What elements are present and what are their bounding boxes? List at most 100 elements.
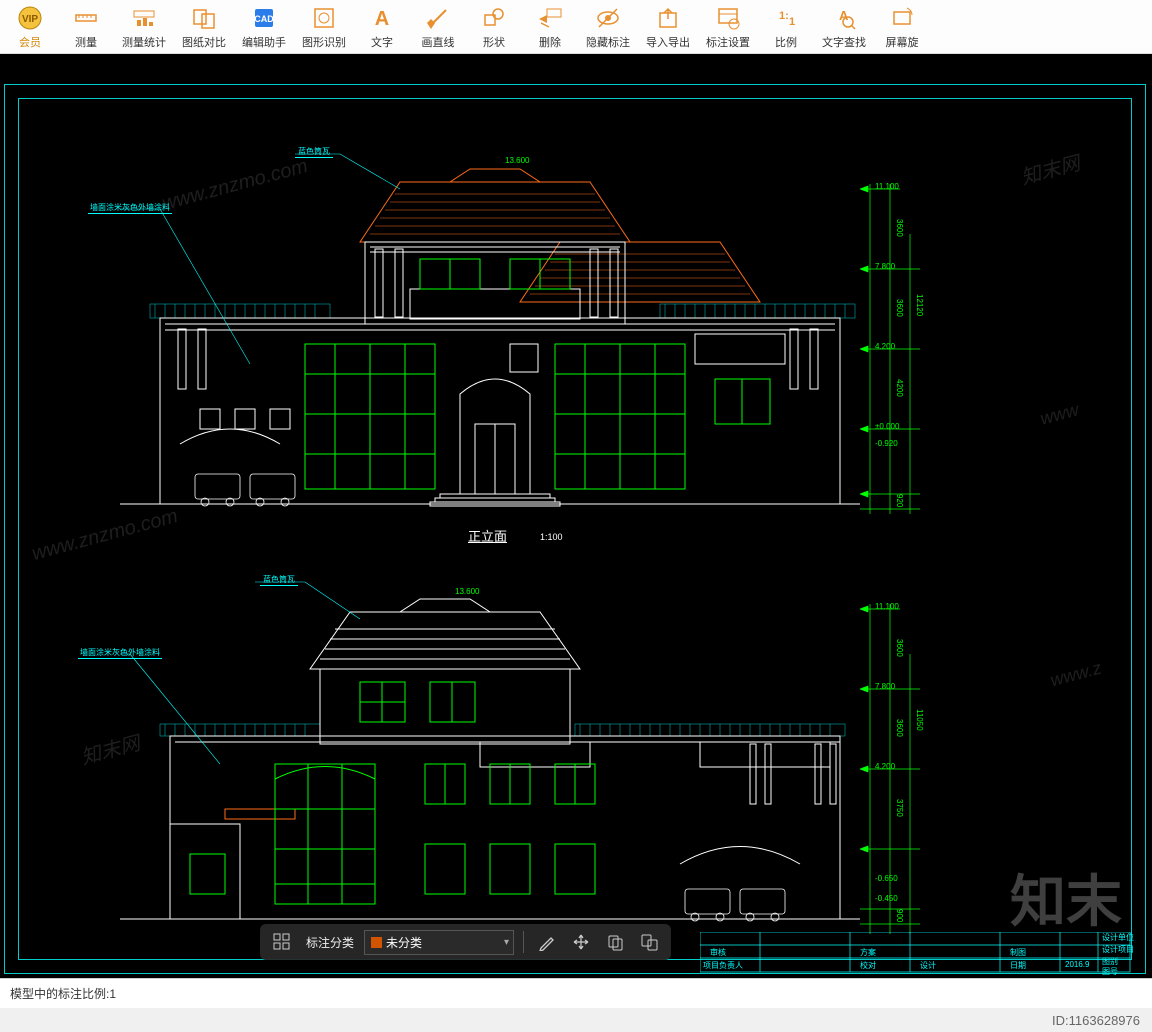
- compare-button[interactable]: 图纸对比: [174, 2, 234, 52]
- annot-setting-button[interactable]: 标注设置: [698, 2, 758, 52]
- measure-button[interactable]: 测量: [58, 2, 114, 52]
- scale-icon: 1:1: [772, 4, 800, 32]
- move-button[interactable]: [567, 928, 595, 956]
- dim: 11.100: [875, 182, 899, 191]
- screen-rotate-button[interactable]: 屏幕旋: [874, 2, 930, 52]
- dim: 11.100: [875, 602, 899, 611]
- edit-assist-button[interactable]: CAD 编辑助手: [234, 2, 294, 52]
- dim: 4.200: [875, 762, 895, 771]
- tb-project: 设计项目: [1102, 944, 1134, 955]
- dim: 920: [895, 494, 904, 507]
- dim: 11050: [915, 709, 924, 731]
- tool-label: 屏幕旋: [886, 34, 919, 50]
- tool-label: 删除: [539, 34, 561, 50]
- tb-design: 设计: [920, 960, 936, 971]
- tb-number: 图号: [1102, 966, 1118, 977]
- svg-text:CAD: CAD: [254, 14, 274, 24]
- tool-label: 画直线: [422, 34, 455, 50]
- text-button[interactable]: A 文字: [354, 2, 410, 52]
- annot-setting-icon: [714, 4, 742, 32]
- tool-label: 文字: [371, 34, 393, 50]
- svg-text:1: 1: [789, 16, 795, 28]
- tool-label: 会员: [19, 34, 41, 50]
- measure-stat-button[interactable]: 测量统计: [114, 2, 174, 52]
- tool-label: 编辑助手: [242, 34, 286, 50]
- svg-text:A: A: [375, 8, 389, 30]
- dim: 900: [895, 909, 904, 922]
- tool-label: 导入导出: [646, 34, 690, 50]
- vip-button[interactable]: VIP 会员: [2, 2, 58, 52]
- svg-text:1:: 1:: [779, 10, 789, 22]
- dim: 3600: [895, 719, 904, 737]
- front-elevation-title: 正立面: [468, 526, 507, 545]
- tool-label: 测量: [75, 34, 97, 50]
- edit-annotation-button[interactable]: [533, 928, 561, 956]
- text-search-icon: A: [830, 4, 858, 32]
- tool-label: 图纸对比: [182, 34, 226, 50]
- scale-button[interactable]: 1:1 比例: [758, 2, 814, 52]
- dim: 3600: [895, 219, 904, 237]
- dim: 7.800: [875, 262, 895, 271]
- screen-rotate-icon: [888, 4, 916, 32]
- compare-icon: [190, 4, 218, 32]
- tb-date-val: 2016.9: [1065, 960, 1089, 969]
- vip-icon: VIP: [16, 4, 44, 32]
- scale-status: 模型中的标注比例:1: [10, 987, 116, 1001]
- dim: 4.200: [875, 342, 895, 351]
- dim-top-rear: 13.600: [455, 587, 479, 596]
- separator: [523, 931, 524, 953]
- line-icon: [424, 4, 452, 32]
- grid-view-button[interactable]: [268, 928, 296, 956]
- measure-stat-icon: [130, 4, 158, 32]
- tb-draft: 制图: [1010, 947, 1026, 958]
- dim: 3600: [895, 639, 904, 657]
- annotation-wall: 墙面涂米灰色外墙涂料: [88, 202, 172, 214]
- copy-button[interactable]: [601, 928, 629, 956]
- cad-canvas[interactable]: www.znzmo.com www.znzmo.com 知末网 知末网 www …: [0, 54, 1152, 978]
- category-select[interactable]: 未分类: [364, 930, 514, 955]
- line-button[interactable]: 画直线: [410, 2, 466, 52]
- tb-manager: 项目负责人: [703, 960, 743, 971]
- tool-label: 隐藏标注: [586, 34, 630, 50]
- shape-button[interactable]: 形状: [466, 2, 522, 52]
- import-export-button[interactable]: 导入导出: [638, 2, 698, 52]
- tb-review: 审核: [710, 947, 726, 958]
- category-value: 未分类: [386, 934, 422, 951]
- dim: -0.920: [875, 439, 898, 448]
- tool-label: 比例: [775, 34, 797, 50]
- svg-text:A: A: [839, 8, 849, 23]
- delete-button[interactable]: 删除: [522, 2, 578, 52]
- text-search-button[interactable]: A 文字查找: [814, 2, 874, 52]
- dim: 4200: [895, 379, 904, 397]
- front-elevation-drawing: [120, 134, 860, 534]
- svg-text:VIP: VIP: [22, 14, 38, 25]
- status-bar: 模型中的标注比例:1: [0, 978, 1152, 1008]
- shape-detect-button[interactable]: 图形识别: [294, 2, 354, 52]
- shape-icon: [480, 4, 508, 32]
- import-export-icon: [654, 4, 682, 32]
- measure-icon: [72, 4, 100, 32]
- category-color-swatch: [371, 937, 382, 948]
- dim: 12120: [915, 294, 924, 316]
- text-icon: A: [368, 4, 396, 32]
- tb-date: 日期: [1010, 960, 1026, 971]
- rear-elevation-drawing: [120, 564, 860, 944]
- shape-detect-icon: [310, 4, 338, 32]
- dim: -0.450: [875, 894, 898, 903]
- hide-annot-icon: [594, 4, 622, 32]
- annotation-roof: 蓝色筒瓦: [295, 146, 333, 158]
- tb-unit: 设计单位: [1102, 932, 1134, 943]
- annotation-roof-rear: 蓝色筒瓦: [260, 574, 298, 586]
- dim: 7.800: [875, 682, 895, 691]
- tool-label: 图形识别: [302, 34, 346, 50]
- dim: 3600: [895, 299, 904, 317]
- tb-plan: 方案: [860, 947, 876, 958]
- annotation-wall-rear: 墙面涂米灰色外墙涂料: [78, 647, 162, 659]
- resource-id: ID:1163628976: [1052, 1013, 1140, 1028]
- front-elevation-scale: 1:100: [540, 532, 563, 542]
- tool-label: 形状: [483, 34, 505, 50]
- hide-annot-button[interactable]: 隐藏标注: [578, 2, 638, 52]
- classify-label: 标注分类: [302, 934, 358, 951]
- paste-button[interactable]: [635, 928, 663, 956]
- edit-assist-icon: CAD: [250, 4, 278, 32]
